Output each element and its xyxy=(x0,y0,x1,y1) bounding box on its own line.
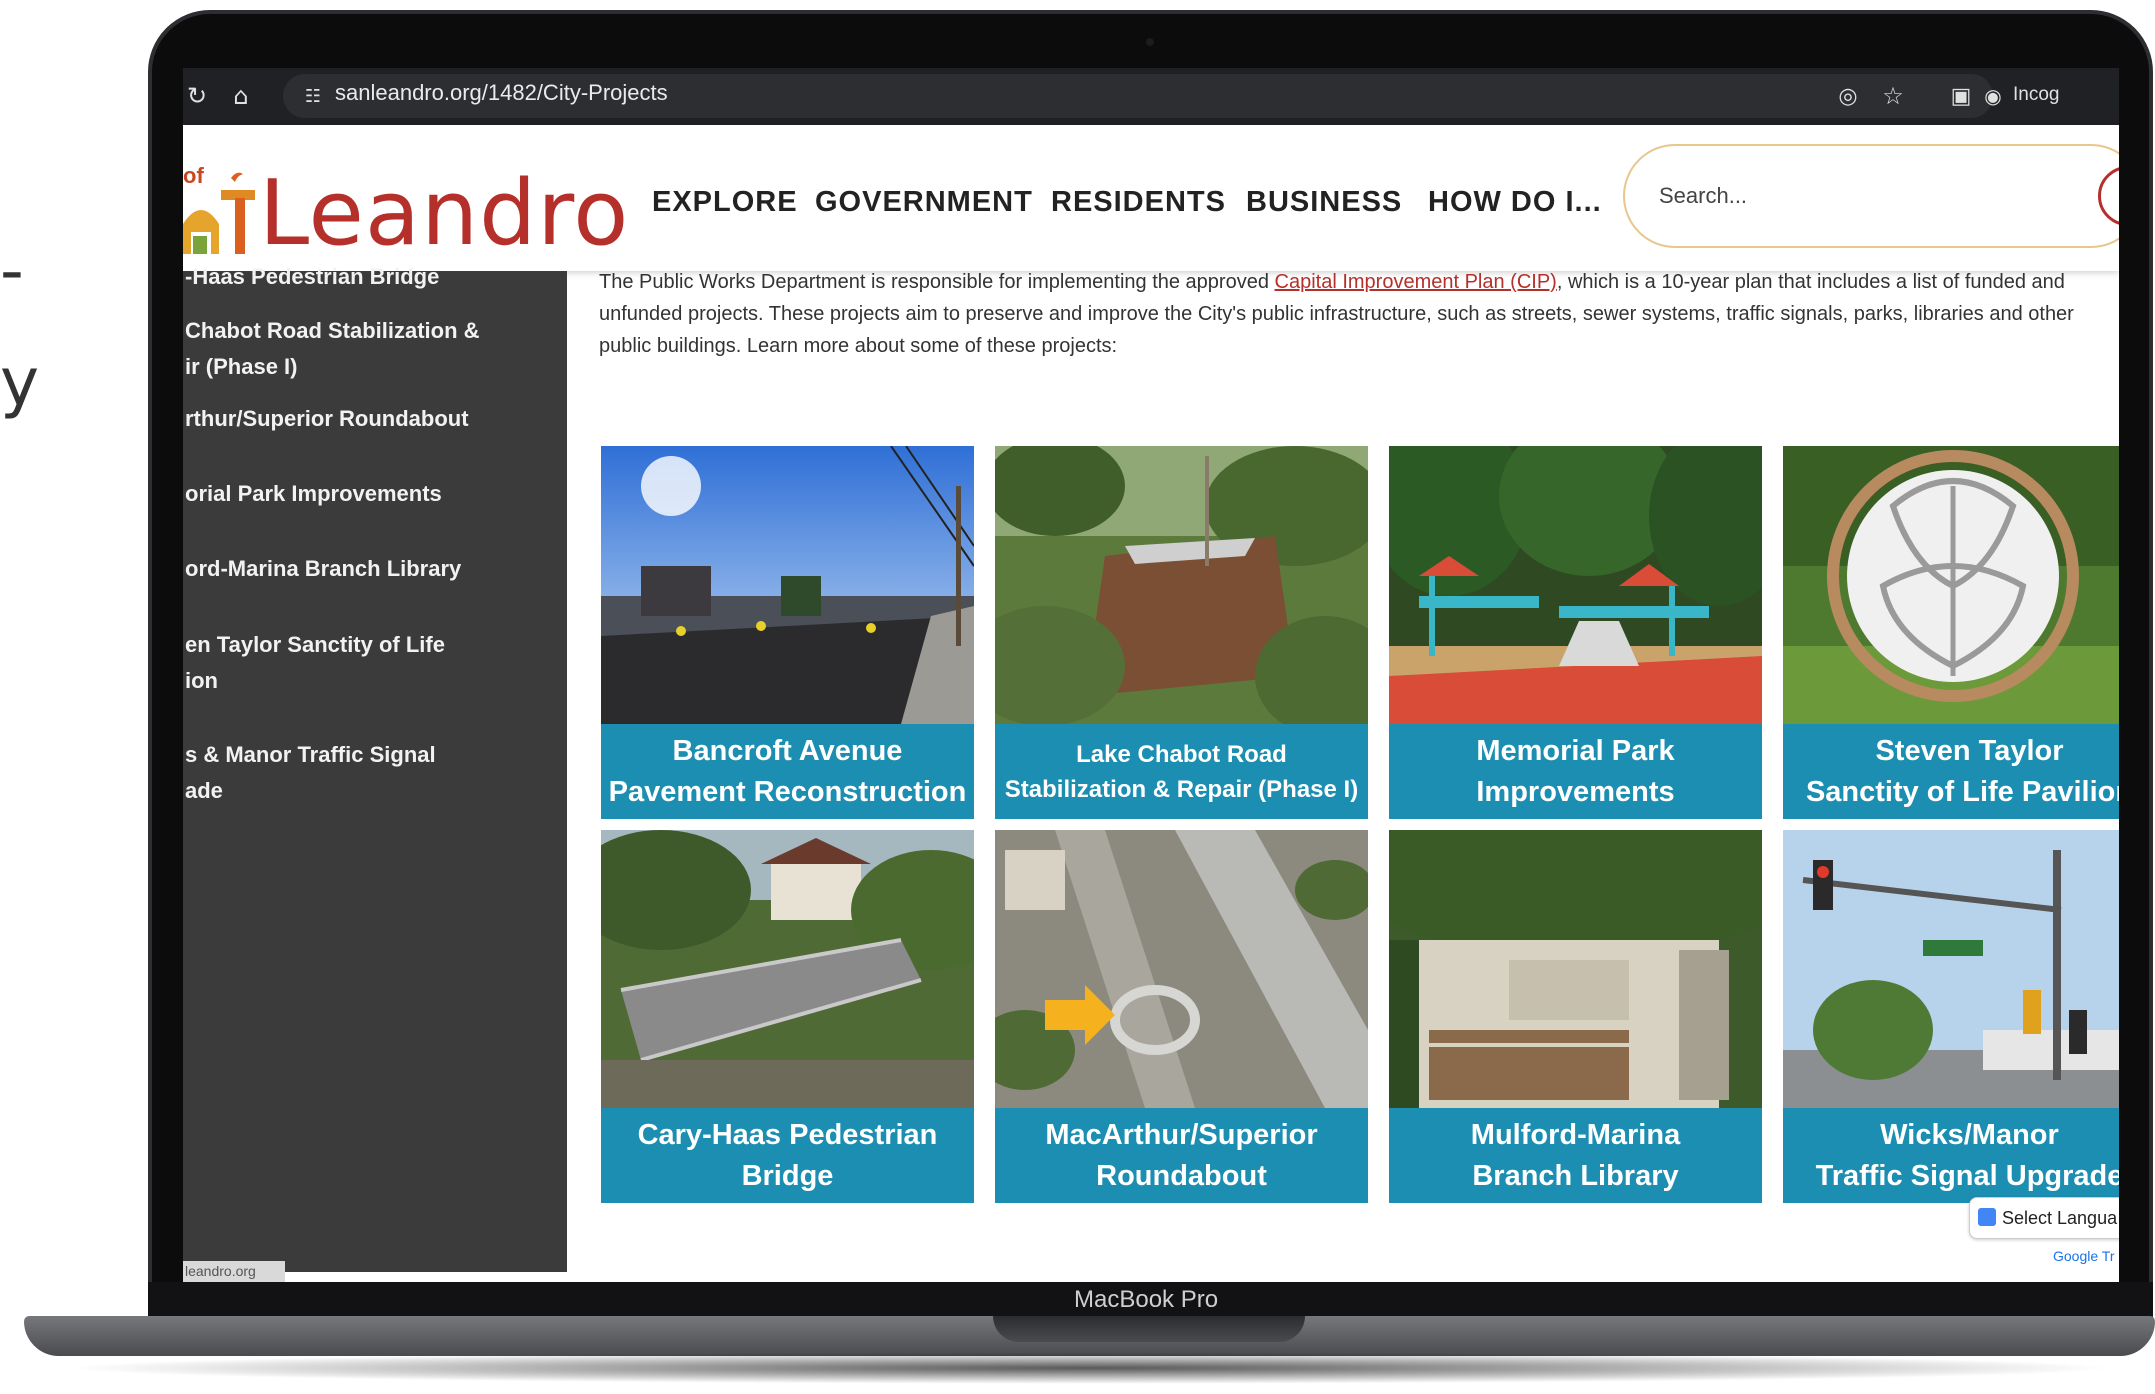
project-card-bancroft[interactable]: Bancroft Avenue Pavement Reconstruction xyxy=(601,446,974,819)
title-line: Improvements xyxy=(1476,775,1675,808)
project-card-steven-taylor[interactable]: Steven Taylor Sanctity of Life Pavilion xyxy=(1783,446,2119,819)
site-info-icon[interactable]: ☷ xyxy=(293,76,333,116)
laptop-shadow xyxy=(60,1352,2120,1384)
sidebar-item-macarthur[interactable]: rthur/Superior Roundabout xyxy=(185,401,469,437)
project-card-title: Steven Taylor Sanctity of Life Pavilion xyxy=(1783,724,2119,819)
title-line: Lake Chabot Road xyxy=(1076,740,1287,768)
title-line: Wicks/Manor xyxy=(1880,1118,2059,1151)
reload-icon[interactable]: ↻ xyxy=(183,76,217,116)
project-card-cary-haas[interactable]: Cary-Haas Pedestrian Bridge xyxy=(601,830,974,1203)
nav-explore[interactable]: EXPLORE xyxy=(652,186,798,219)
project-card-wicks-manor[interactable]: Wicks/Manor Traffic Signal Upgrade xyxy=(1783,830,2119,1203)
search-input[interactable] xyxy=(1659,176,2059,216)
logo-mark-icon[interactable] xyxy=(183,168,255,258)
sidebar-item-steven-taylor[interactable]: en Taylor Sanctity of Life ion xyxy=(185,627,445,699)
select-language-label: Select Langua xyxy=(2002,1208,2118,1228)
sidebar-item-label: s & Manor Traffic Signal xyxy=(185,742,436,767)
bancroft-photo xyxy=(601,446,974,724)
project-card-title: Cary-Haas Pedestrian Bridge xyxy=(601,1108,974,1203)
home-icon[interactable]: ⌂ xyxy=(221,76,261,116)
title-line: Bridge xyxy=(741,1159,834,1192)
title-line: Pavement Reconstruction xyxy=(608,775,967,808)
title-line: Branch Library xyxy=(1472,1159,1679,1192)
project-card-mulford-marina[interactable]: Mulford-Marina Branch Library xyxy=(1389,830,1762,1203)
webcam xyxy=(1146,38,1154,46)
title-line: Sanctity of Life Pavilion xyxy=(1805,775,2119,808)
project-card-lake-chabot[interactable]: Lake Chabot Road Stabilization & Repair (… xyxy=(995,446,1368,819)
title-line: Stabilization & Repair (Phase I) xyxy=(1004,775,1359,803)
stray-text-dash: - xyxy=(0,232,24,309)
nav-how-do-i[interactable]: HOW DO I... xyxy=(1428,186,1602,219)
cary-haas-photo xyxy=(601,830,974,1108)
laptop-screen: ↻ ⌂ ☷ sanleandro.org/1482/City-Projects … xyxy=(183,68,2119,1282)
cip-link[interactable]: Capital Improvement Plan (CIP) xyxy=(1275,271,1557,293)
title-line: Mulford-Marina xyxy=(1470,1118,1681,1151)
logo-text[interactable]: Leandro xyxy=(259,161,629,266)
sidebar-item-label: ir (Phase I) xyxy=(185,354,298,379)
nav-residents[interactable]: RESIDENTS xyxy=(1051,186,1226,219)
google-translate-icon xyxy=(1978,1208,1996,1226)
project-card-title: Bancroft Avenue Pavement Reconstruction xyxy=(601,724,974,819)
macarthur-aerial-photo xyxy=(995,830,1368,1108)
wicks-manor-photo xyxy=(1783,830,2119,1108)
title-line: Bancroft Avenue xyxy=(672,734,903,767)
stage: - y ↻ ⌂ ☷ sanleandro.org/1482/City-Proje… xyxy=(0,0,2155,1394)
memorial-park-photo xyxy=(1389,446,1762,724)
sidebar-item-label: orial Park Improvements xyxy=(185,481,442,506)
sidebar-item-lake-chabot[interactable]: Chabot Road Stabilization & ir (Phase I) xyxy=(185,313,480,385)
sidebar-item-mulford-marina[interactable]: ord-Marina Branch Library xyxy=(185,551,461,587)
stray-text-y: y xyxy=(0,344,40,421)
steven-taylor-photo xyxy=(1783,446,2119,724)
sidebar-item-label: -Haas Pedestrian Bridge xyxy=(185,264,440,289)
eye-off-icon[interactable]: ◎ xyxy=(1828,76,1868,116)
sidebar-item-label: rthur/Superior Roundabout xyxy=(185,406,469,431)
device-brand-label: MacBook Pro xyxy=(1074,1286,1219,1313)
project-card-title: Wicks/Manor Traffic Signal Upgrade xyxy=(1783,1108,2119,1203)
select-language-dropdown[interactable]: Select Langua xyxy=(1969,1197,2119,1239)
status-bar-url: leandro.org xyxy=(183,1261,285,1282)
project-sidebar: -Haas Pedestrian Bridge Chabot Road Stab… xyxy=(183,264,567,1272)
search-box xyxy=(1623,144,2119,248)
sidebar-item-label: Chabot Road Stabilization & xyxy=(185,318,480,343)
title-line: Cary-Haas Pedestrian xyxy=(637,1118,938,1151)
project-card-title: Lake Chabot Road Stabilization & Repair (… xyxy=(995,724,1368,819)
project-card-title: MacArthur/Superior Roundabout xyxy=(995,1108,1368,1203)
project-card-memorial-park[interactable]: Memorial Park Improvements xyxy=(1389,446,1762,819)
sidebar-item-wicks-manor[interactable]: s & Manor Traffic Signal ade xyxy=(185,737,436,809)
intro-text: The Public Works Department is responsib… xyxy=(599,271,1275,293)
project-card-macarthur[interactable]: MacArthur/Superior Roundabout xyxy=(995,830,1368,1203)
incognito-icon: ◉ xyxy=(1984,84,2002,108)
nav-government[interactable]: GOVERNMENT xyxy=(815,186,1033,219)
title-line: MacArthur/Superior xyxy=(1045,1118,1318,1151)
powered-by-google: Google Tr xyxy=(2053,1248,2115,1264)
sidebar-item-label: ord-Marina Branch Library xyxy=(185,556,462,581)
nav-business[interactable]: BUSINESS xyxy=(1246,186,1402,219)
mulford-marina-photo xyxy=(1389,830,1762,1108)
title-line: Steven Taylor xyxy=(1875,734,2064,767)
incognito-label[interactable]: Incog xyxy=(2013,84,2059,106)
title-line: Traffic Signal Upgrade xyxy=(1815,1159,2119,1192)
title-line: Memorial Park xyxy=(1476,734,1675,767)
address-url: sanleandro.org/1482/City-Projects xyxy=(335,80,668,105)
bookmark-star-icon[interactable]: ☆ xyxy=(1873,76,1913,116)
project-card-title: Mulford-Marina Branch Library xyxy=(1389,1108,1762,1203)
laptop-notch xyxy=(993,1316,1305,1342)
project-card-title: Memorial Park Improvements xyxy=(1389,724,1762,819)
sidebar-item-label: ion xyxy=(185,668,218,693)
sidebar-item-memorial-park[interactable]: orial Park Improvements xyxy=(185,476,442,512)
sidebar-item-label: en Taylor Sanctity of Life xyxy=(185,632,445,657)
sidebar-item-label: ade xyxy=(185,778,223,803)
sidebar-item-cary-haas[interactable]: -Haas Pedestrian Bridge xyxy=(185,259,439,295)
intro-paragraph: The Public Works Department is responsib… xyxy=(599,266,2119,362)
title-line: Roundabout xyxy=(1096,1159,1267,1192)
browser-toolbar: ↻ ⌂ ☷ sanleandro.org/1482/City-Projects … xyxy=(183,68,2119,125)
lake-chabot-photo xyxy=(995,446,1368,724)
